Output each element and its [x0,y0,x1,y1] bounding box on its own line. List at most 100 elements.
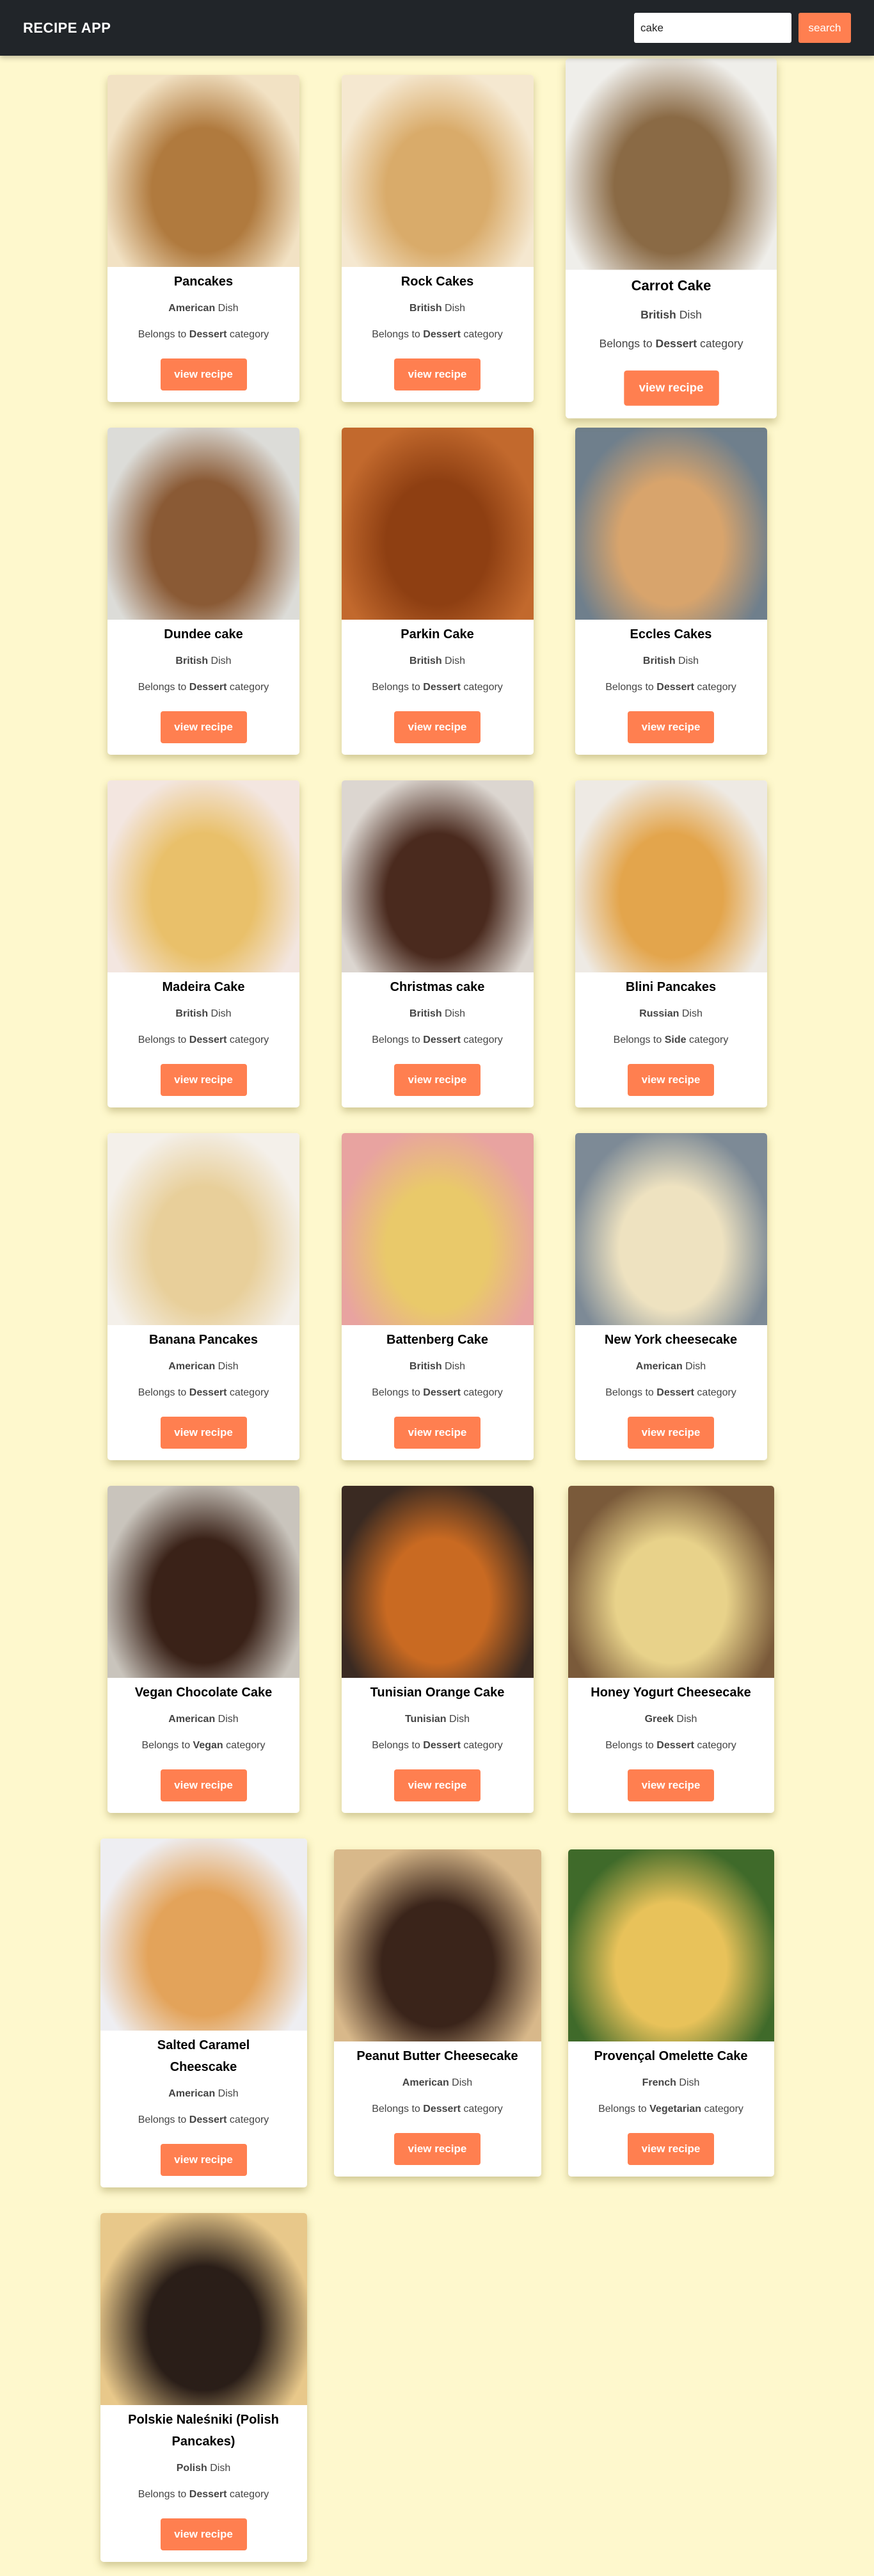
belongs-label: Belongs to [372,1740,420,1751]
view-recipe-button[interactable]: view recipe [160,2518,247,2550]
dish-label: Dish [445,303,466,314]
area-name: American [635,1361,683,1372]
area-name: British [409,1008,442,1019]
belongs-label: Belongs to [372,329,420,340]
area-name: British [409,1361,442,1372]
area-name: American [402,2077,449,2088]
category-name: Dessert [423,682,461,693]
view-recipe-button[interactable]: view recipe [394,711,481,743]
recipe-title: Pancakes [173,275,234,289]
recipe-area: American Dish [100,2086,307,2102]
recipe-category: Belongs to Dessert category [107,1033,299,1048]
recipe-area: American Dish [107,301,299,316]
recipe-card-honey-yogurt-cheesecake: Honey Yogurt Cheesecake Greek Dish Belongs… [568,1486,774,1813]
belongs-label: Belongs to [605,1740,654,1751]
area-name: Russian [639,1008,679,1019]
belongs-label: Belongs to [598,338,653,350]
view-recipe-button[interactable]: view recipe [394,2133,481,2165]
recipe-card-banana-pancakes: Banana Pancakes American Dish Belongs to D… [107,1133,299,1460]
category-label: category [699,338,743,350]
view-recipe-button[interactable]: view recipe [160,1064,247,1096]
recipe-category: Belongs to Dessert category [342,1385,534,1401]
belongs-label: Belongs to [613,1034,662,1045]
view-recipe-button[interactable]: view recipe [628,2133,714,2165]
belongs-label: Belongs to [598,2104,647,2114]
view-recipe-button[interactable]: view recipe [394,1769,481,1801]
dish-label: Dish [685,1361,706,1372]
category-name: Dessert [189,329,227,340]
recipe-card-tunisian-orange-cake: Tunisian Orange Cake Tunisian Dish Belongs… [341,1486,534,1813]
recipe-title: Carrot Cake [631,278,711,294]
recipe-card-salted-caramel-cheescake: Salted Caramel Cheescake American Dish Bel… [100,1839,307,2187]
view-recipe-button[interactable]: view recipe [160,1769,247,1801]
view-recipe-button[interactable]: view recipe [394,358,481,390]
category-label: category [226,1740,266,1751]
belongs-label: Belongs to [372,1034,420,1045]
category-name: Dessert [655,338,697,350]
app-title: RECIPE APP [23,19,111,36]
recipe-image [107,428,299,620]
recipe-card-polskie-nales-niki-polish-pancakes: Polskie Naleśniki (Polish Pancakes) Polis… [100,2213,307,2562]
recipe-card-parkin-cake: Parkin Cake British Dish Belongs to Desser… [341,428,534,755]
category-label: category [229,1387,269,1398]
recipe-category: Belongs to Dessert category [568,1738,774,1753]
dish-label: Dish [679,309,702,321]
area-name: British [409,303,442,314]
view-recipe-button[interactable]: view recipe [394,1417,481,1449]
belongs-label: Belongs to [372,682,420,693]
category-label: category [229,682,269,693]
recipe-title: Honey Yogurt Cheesecake [591,1686,751,1700]
view-recipe-button[interactable]: view recipe [628,1417,714,1449]
recipe-image [100,2213,307,2405]
view-recipe-button[interactable]: view recipe [160,711,247,743]
recipe-card-blini-pancakes: Blini Pancakes Russian Dish Belongs to Sid… [575,780,767,1107]
view-recipe-button[interactable]: view recipe [394,1064,481,1096]
area-name: Tunisian [404,1714,447,1725]
belongs-label: Belongs to [138,1387,187,1398]
recipe-image [341,780,534,972]
area-name: British [640,309,676,321]
view-recipe-button[interactable]: view recipe [628,1769,714,1801]
view-recipe-button[interactable]: view recipe [628,1064,714,1096]
recipe-image [341,428,534,620]
recipe-category: Belongs to Vegetarian category [568,2102,774,2117]
category-name: Dessert [189,2489,227,2500]
dish-label: Dish [681,1008,703,1019]
category-label: category [463,329,503,340]
dish-label: Dish [452,2077,473,2088]
category-name: Dessert [423,329,461,340]
recipe-image [568,1486,774,1678]
recipe-card-pancakes: Pancakes American Dish Belongs to Dessert … [107,75,299,402]
recipe-title: Rock Cakes [401,275,474,289]
recipe-card-new-york-cheesecake: New York cheesecake American Dish Belongs … [575,1133,767,1460]
dish-label: Dish [218,1361,239,1372]
recipe-category: Belongs to Dessert category [575,1385,767,1401]
recipe-area: American Dish [334,2075,541,2091]
recipe-card-battenberg-cake: Battenberg Cake British Dish Belongs to De… [341,1133,534,1460]
category-name: Dessert [189,682,227,693]
recipe-category: Belongs to Dessert category [100,2113,307,2128]
view-recipe-button[interactable]: view recipe [628,711,714,743]
search-input[interactable] [634,13,791,43]
category-label: category [463,1034,503,1045]
area-name: American [168,1714,216,1725]
view-recipe-button[interactable]: view recipe [160,358,247,390]
recipe-card-madeira-cake: Madeira Cake British Dish Belongs to Desse… [107,780,299,1107]
recipe-title: Provençal Omelette Cake [594,2049,748,2063]
category-name: Dessert [423,1740,461,1751]
recipe-card-provenc-al-omelette-cake: Provençal Omelette Cake French Dish Belong… [568,1849,774,2177]
recipe-area: British Dish [342,1006,534,1022]
category-label: category [463,682,503,693]
recipe-image [341,75,534,267]
recipe-area: British Dish [342,1359,534,1374]
recipe-image [575,1133,767,1325]
search-button[interactable]: search [799,13,851,43]
view-recipe-button[interactable]: view recipe [160,1417,247,1449]
view-recipe-button[interactable]: view recipe [160,2144,247,2176]
recipe-image [107,780,299,972]
recipe-title: New York cheesecake [604,1333,738,1347]
category-label: category [688,1034,729,1045]
category-name: Side [664,1034,687,1045]
dish-label: Dish [445,656,466,666]
view-recipe-button[interactable]: view recipe [623,370,719,406]
